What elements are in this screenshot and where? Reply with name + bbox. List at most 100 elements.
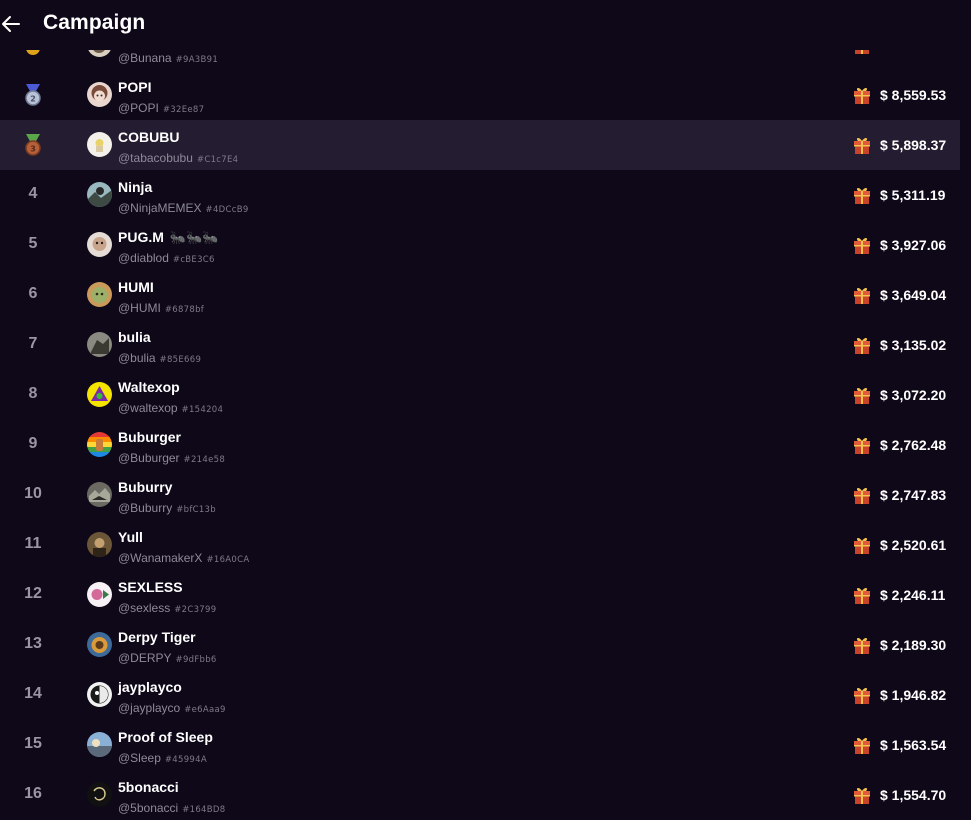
user-handle: @Bunana (118, 51, 172, 65)
gift-icon (854, 587, 870, 604)
user-handle: @DERPY (118, 651, 172, 665)
rank-number: 10 (24, 485, 42, 502)
reward-amount: $ 3,649.04 (880, 287, 947, 303)
user-tag: #164BD8 (182, 805, 226, 815)
leaderboard-row[interactable]: 4 Ninja @NinjaMEMEX #4DCcB9 $ 5,311.19 (0, 170, 960, 220)
gift-icon (854, 337, 870, 354)
reward-amount: $ 5,898.37 (880, 137, 947, 153)
svg-text:3: 3 (30, 145, 36, 154)
user-tag: #6878bf (164, 305, 205, 315)
avatar (87, 782, 112, 807)
bronze-medal-icon: 3 (25, 134, 41, 156)
reward-amount: $ 3,072.20 (880, 387, 947, 403)
user-tag: #4DCcB9 (205, 205, 249, 215)
user-name: Proof of Sleep (118, 729, 213, 745)
gift-icon (854, 437, 870, 454)
reward-amount: $ 8,559.53 (880, 87, 947, 103)
leaderboard-row[interactable]: 10 Buburry @Buburry #bfC13b $ 2,747.83 (0, 470, 960, 520)
avatar (87, 82, 112, 107)
user-name: bulia (118, 329, 151, 345)
avatar (87, 532, 112, 557)
user-tag: #214e58 (183, 455, 226, 465)
user-handle: @NinjaMEMEX (118, 201, 202, 215)
reward-amount: $ 2,747.83 (880, 487, 947, 503)
user-handle: @Buburger (118, 451, 180, 465)
leaderboard-row[interactable]: 16 5bonacci @5bonacci #164BD8 $ 1,554.70 (0, 770, 960, 820)
gift-icon (854, 87, 870, 104)
user-handle: @POPI (118, 101, 159, 115)
user-tag: #9dFbb6 (175, 655, 217, 665)
user-tag: #2C3799 (174, 605, 217, 615)
rank-number: 11 (24, 535, 42, 552)
user-tag: #85E669 (159, 355, 202, 365)
leaderboard-row[interactable]: 5 PUG.M 🐜🐜🐜 @diablod #cBE3C6 $ 3,927.06 (0, 220, 960, 270)
rank-number: 7 (28, 335, 38, 352)
user-handle: @5bonacci (118, 801, 179, 815)
gift-icon (854, 637, 870, 654)
leaderboard-row-current-user[interactable]: 3 COBUBU @tabacobubu #C1c7E4 $ 5,898.37 (0, 120, 960, 170)
user-name: 5bonacci (118, 779, 179, 795)
user-name: Buburger (118, 429, 181, 445)
leaderboard-row[interactable]: 13 Derpy Tiger @DERPY #9dFbb6 $ 2,189.30 (0, 620, 960, 670)
user-name: Buburry (118, 479, 173, 495)
silver-medal-icon: 2 (25, 84, 41, 106)
user-name: jayplayco (118, 679, 182, 695)
gift-icon (854, 537, 870, 554)
gift-icon (854, 487, 870, 504)
rank-number: 6 (28, 285, 38, 302)
avatar (87, 232, 112, 257)
leaderboard-row[interactable]: 11 Yull @WanamakerX #16A0CA $ 2,520.61 (0, 520, 960, 570)
avatar (87, 132, 112, 157)
leaderboard-row[interactable]: 6 HUMI @HUMI #6878bf $ 3,649.04 (0, 270, 960, 320)
user-name: COBUBU (118, 129, 180, 145)
rank-number: 9 (28, 435, 38, 452)
user-tag: #e6Aaa9 (184, 705, 226, 715)
gift-icon (854, 237, 870, 254)
user-name: Waltexop (118, 379, 180, 395)
user-handle: @HUMI (118, 301, 161, 315)
user-handle: @Sleep (118, 751, 161, 765)
gift-icon (854, 687, 870, 704)
user-name: POPI (118, 79, 152, 95)
user-name: Derpy Tiger (118, 629, 196, 645)
leaderboard-row[interactable]: 2 POPI @POPI #32Ee87 $ 8,559.53 (0, 70, 960, 120)
rank-number: 8 (28, 385, 38, 402)
leaderboard-row[interactable]: 7 bulia @bulia #85E669 $ 3,135.02 (0, 320, 960, 370)
user-tag: #45994A (164, 755, 207, 765)
reward-amount: $ 1,554.70 (880, 787, 947, 803)
avatar (87, 682, 112, 707)
reward-amount: $ 3,135.02 (880, 337, 947, 353)
gift-icon (854, 137, 870, 154)
arrow-left-icon[interactable] (0, 12, 24, 36)
leaderboard-row[interactable]: 14 jayplayco @jayplayco #e6Aaa9 $ 1,946.8… (0, 670, 960, 720)
leaderboard-row[interactable]: 9 Buburger @Buburger #214e58 $ 2,762.48 (0, 420, 960, 470)
user-name: Yull (118, 529, 143, 545)
leaderboard-row[interactable]: 12 SEXLESS @sexless #2C3799 $ 2,246.11 (0, 570, 960, 620)
gift-icon (854, 737, 870, 754)
rank-number: 13 (24, 635, 42, 652)
user-tag: #32Ee87 (162, 105, 205, 115)
page-title: Campaign (43, 11, 146, 34)
rank-number: 12 (24, 585, 42, 602)
user-tag: #9A3B91 (175, 55, 219, 65)
user-tag: #154204 (181, 405, 224, 415)
reward-amount: $ 2,246.11 (880, 587, 946, 603)
avatar (87, 632, 112, 657)
user-handle: @waltexop (118, 401, 178, 415)
avatar (87, 182, 112, 207)
leaderboard-row[interactable]: 8 Waltexop @waltexop #154204 $ 3,072.20 (0, 370, 960, 420)
header-bar: Campaign (0, 0, 971, 50)
avatar (87, 432, 112, 457)
leaderboard-row[interactable]: 15 Proof of Sleep @Sleep #45994A $ 1,563.… (0, 720, 960, 770)
reward-amount: $ 3,927.06 (880, 237, 947, 253)
rank-number: 14 (24, 685, 42, 702)
rank-number: 5 (28, 235, 38, 252)
user-name: Ninja (118, 179, 153, 195)
avatar (87, 482, 112, 507)
gift-icon (854, 287, 870, 304)
user-tag: #C1c7E4 (196, 155, 239, 165)
gift-icon (854, 787, 870, 804)
avatar (87, 282, 112, 307)
ant-emoji: 🐜🐜🐜 (169, 230, 219, 245)
avatar (87, 582, 112, 607)
